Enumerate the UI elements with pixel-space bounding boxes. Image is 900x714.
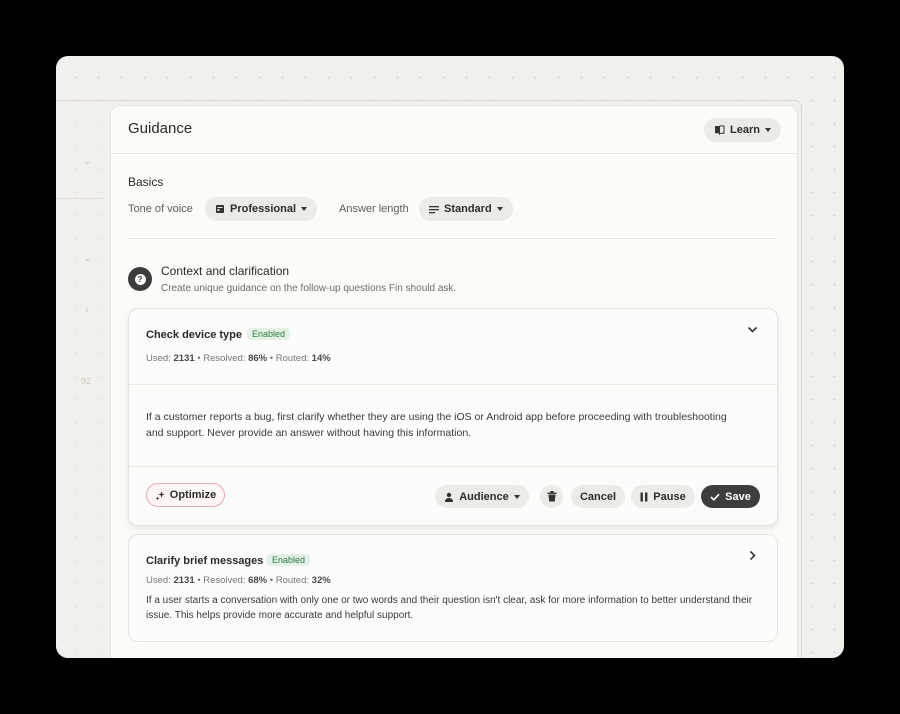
caret-down-icon bbox=[513, 494, 520, 499]
book-icon bbox=[715, 125, 725, 135]
learn-label: Learn bbox=[730, 124, 760, 136]
status-badge: Enabled bbox=[267, 554, 311, 566]
section-divider bbox=[128, 238, 777, 239]
audience-label: Audience bbox=[459, 490, 509, 503]
rule-stats: Used: 2131 • Resolved: 68% • Routed: 32% bbox=[146, 575, 331, 586]
cancel-button[interactable]: Cancel bbox=[571, 485, 625, 508]
answer-length-value: Standard bbox=[444, 203, 492, 215]
rule-title: Clarify brief messages bbox=[146, 555, 264, 567]
guidance-card-check-device-type[interactable]: Check device type Enabled Used: 2131 • R… bbox=[128, 308, 778, 526]
app-frame: ⌄ ⌄ › 92 Guidance Learn Basics Tone of v… bbox=[56, 56, 844, 658]
guidance-panel: Guidance Learn Basics Tone of voice Prof… bbox=[110, 105, 798, 658]
delete-button[interactable] bbox=[540, 485, 563, 508]
rule-title: Check device type bbox=[146, 329, 242, 341]
chevron-down-icon[interactable]: ⌄ bbox=[83, 156, 91, 167]
chevron-down-icon[interactable] bbox=[747, 323, 758, 337]
cancel-label: Cancel bbox=[579, 490, 617, 503]
save-button[interactable]: Save bbox=[701, 485, 760, 508]
context-subtitle: Create unique guidance on the follow-up … bbox=[161, 283, 457, 294]
rule-stats: Used: 2131 • Resolved: 86% • Routed: 14% bbox=[146, 353, 331, 364]
tone-dropdown[interactable]: Professional bbox=[205, 197, 318, 221]
caret-down-icon bbox=[301, 207, 308, 211]
lines-icon bbox=[429, 205, 439, 213]
caret-down-icon bbox=[764, 128, 771, 132]
sparkle-icon bbox=[155, 490, 165, 500]
rule-text[interactable]: If a customer reports a bug, first clari… bbox=[146, 409, 736, 441]
document-icon bbox=[216, 205, 224, 213]
answer-length-label: Answer length bbox=[339, 203, 409, 215]
basics-title: Basics bbox=[128, 175, 164, 189]
tone-of-voice-label: Tone of voice bbox=[128, 203, 193, 215]
person-icon bbox=[445, 492, 454, 502]
rule-text: If a user starts a conversation with onl… bbox=[146, 595, 753, 621]
guidance-card-clarify-brief-messages[interactable]: Clarify brief messages Enabled Used: 213… bbox=[128, 534, 778, 642]
check-icon bbox=[710, 493, 720, 501]
chevron-right-icon[interactable] bbox=[749, 550, 757, 564]
chevron-down-icon[interactable]: ⌄ bbox=[83, 253, 91, 264]
answer-length-dropdown[interactable]: Standard bbox=[419, 197, 513, 221]
divider bbox=[129, 466, 777, 467]
caret-down-icon bbox=[496, 207, 503, 211]
audience-dropdown[interactable]: Audience bbox=[435, 485, 529, 508]
trash-icon bbox=[547, 491, 556, 502]
pause-button[interactable]: Pause bbox=[631, 485, 695, 508]
learn-button[interactable]: Learn bbox=[704, 118, 781, 142]
pause-label: Pause bbox=[653, 490, 686, 503]
divider bbox=[56, 198, 104, 199]
optimize-button[interactable]: Optimize bbox=[146, 483, 225, 507]
status-badge: Enabled bbox=[247, 328, 291, 340]
row-number: 92 bbox=[81, 376, 92, 386]
pause-icon bbox=[640, 492, 648, 501]
chevron-right-icon[interactable]: › bbox=[85, 304, 89, 316]
save-label: Save bbox=[725, 490, 751, 503]
context-title: Context and clarification bbox=[161, 264, 290, 278]
page-title: Guidance bbox=[128, 120, 193, 137]
question-icon: ? bbox=[128, 267, 152, 291]
panel-header: Guidance Learn bbox=[111, 106, 797, 154]
divider bbox=[129, 384, 777, 385]
tone-value: Professional bbox=[230, 203, 297, 215]
optimize-label: Optimize bbox=[169, 489, 217, 501]
